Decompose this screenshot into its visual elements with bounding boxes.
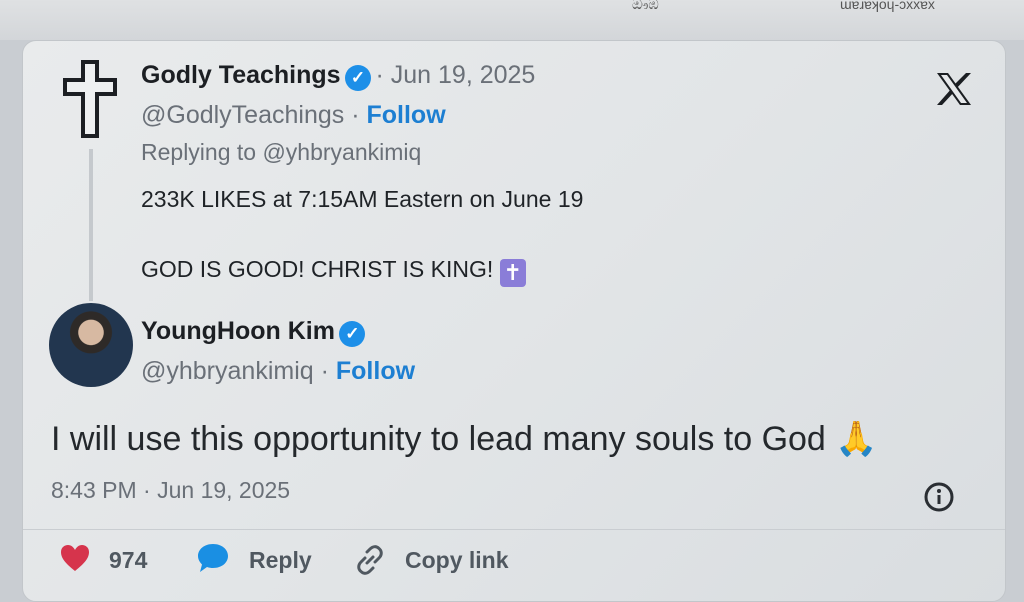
verified-badge-icon: ✓ <box>339 321 366 347</box>
parent-follow-link[interactable]: Follow <box>367 101 446 129</box>
reply-tweet-header: YoungHoon Kim ✓ <box>141 317 366 347</box>
link-icon[interactable] <box>353 543 387 582</box>
parent-handle-row: @GodlyTeachings · Follow <box>141 101 446 129</box>
avatar[interactable] <box>49 303 133 387</box>
latin-cross-emoji: ✝ <box>499 259 526 287</box>
reply-button[interactable]: Reply <box>249 547 312 574</box>
parent-text-line2-row: GOD IS GOOD! CHRIST IS KING! ✝ <box>141 256 526 287</box>
reply-follow-link[interactable]: Follow <box>336 357 415 385</box>
reply-timestamp[interactable]: 8:43 PM · Jun 19, 2025 <box>51 477 290 504</box>
parent-author-name[interactable]: Godly Teachings <box>141 61 341 89</box>
divider <box>23 529 1005 530</box>
parent-text-line1: 233K LIKES at 7:15AM Eastern on June 19 <box>141 186 584 212</box>
like-count[interactable]: 974 <box>109 547 147 574</box>
parent-handle[interactable]: @GodlyTeachings <box>141 101 344 129</box>
folded-hands-emoji: 🙏 <box>835 420 878 458</box>
embedded-tweet-card: Godly Teachings ✓ · Jun 19, 2025 @GodlyT… <box>22 40 1006 602</box>
reply-text-row: I will use this opportunity to lead many… <box>51 419 878 459</box>
top-text-fragment: ඖඹ <box>632 0 659 12</box>
parent-tweet-header: Godly Teachings ✓ · Jun 19, 2025 <box>141 61 535 91</box>
parent-date[interactable]: · Jun 19, 2025 <box>375 61 535 89</box>
cross-avatar-icon[interactable] <box>61 59 119 144</box>
parent-text-line2: GOD IS GOOD! CHRIST IS KING! <box>141 256 494 282</box>
reply-handle-row: @yhbryankimiq · Follow <box>141 357 416 385</box>
replying-to-text: Replying to @yhbryankimiq <box>141 139 422 165</box>
copy-link-button[interactable]: Copy link <box>405 547 509 574</box>
reply-text: I will use this opportunity to lead many… <box>51 420 826 458</box>
reply-icon[interactable] <box>195 541 231 580</box>
thread-connector-line <box>89 149 93 301</box>
info-icon[interactable] <box>923 481 955 518</box>
top-text-fragment-right: ɯɐɹɐʞoɥ‑ɔxxɐx <box>840 0 935 12</box>
verified-badge-icon: ✓ <box>345 65 372 91</box>
x-logo-icon[interactable] <box>935 71 973 112</box>
reply-author-name[interactable]: YoungHoon Kim <box>141 317 335 345</box>
heart-icon[interactable] <box>59 543 91 578</box>
reply-handle[interactable]: @yhbryankimiq <box>141 357 314 385</box>
